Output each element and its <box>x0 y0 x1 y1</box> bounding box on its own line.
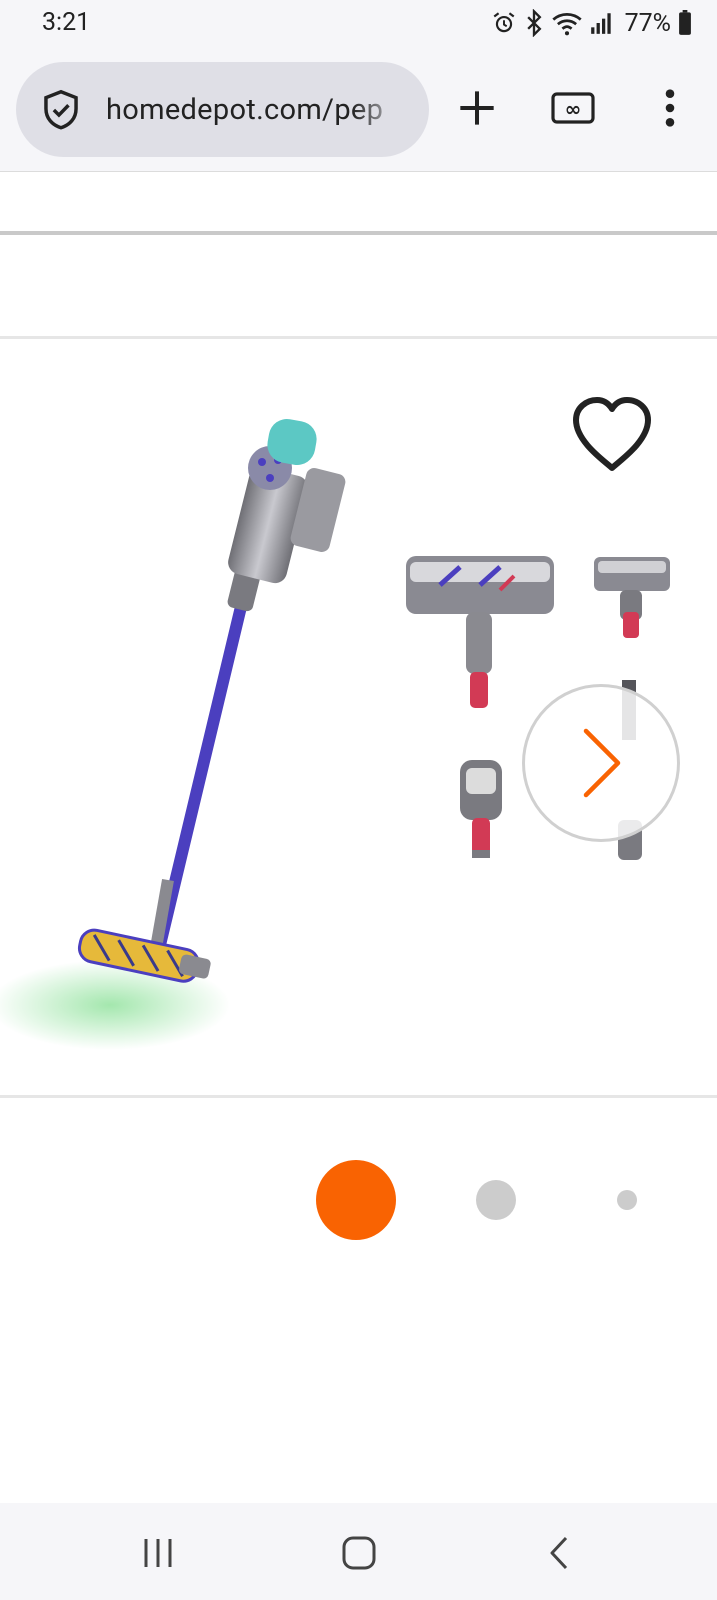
bluetooth-icon <box>526 9 542 37</box>
new-tab-button[interactable] <box>447 78 507 138</box>
heart-outline-icon <box>573 397 651 471</box>
wishlist-button[interactable] <box>570 396 654 474</box>
signal-icon <box>590 13 611 34</box>
tab-switcher-icon: ∞ <box>551 92 595 124</box>
recents-icon <box>144 1539 172 1567</box>
pagination-dot-active[interactable] <box>316 1160 396 1240</box>
gallery-top-divider <box>0 336 717 339</box>
more-vertical-icon <box>665 89 675 127</box>
next-image-button[interactable] <box>522 684 680 842</box>
tab-count: ∞ <box>565 97 582 121</box>
shield-check-icon[interactable] <box>42 89 80 131</box>
back-button[interactable] <box>534 1531 584 1575</box>
url-text[interactable]: homedepot.com/pep <box>106 93 406 127</box>
more-menu-button[interactable] <box>640 78 700 138</box>
browser-toolbar: homedepot.com/pep ∞ <box>0 50 717 172</box>
recents-button[interactable] <box>133 1531 183 1575</box>
gallery-bottom-divider <box>0 1095 717 1098</box>
home-icon <box>342 1536 376 1570</box>
home-button[interactable] <box>334 1531 384 1575</box>
plus-icon <box>460 91 494 125</box>
page-divider <box>0 231 717 235</box>
battery-icon <box>679 10 691 35</box>
status-bar: 3:21 77% <box>0 0 717 50</box>
back-icon <box>550 1536 568 1570</box>
wifi-icon <box>551 13 582 36</box>
status-time: 3:21 <box>42 8 91 37</box>
address-bar[interactable]: homedepot.com/pep <box>16 62 429 157</box>
system-nav-bar <box>0 1503 717 1600</box>
pagination-dot[interactable] <box>476 1180 516 1220</box>
battery-percent: 77% <box>624 8 671 38</box>
pagination-dot[interactable] <box>617 1190 637 1210</box>
status-icons: 77% <box>491 6 693 40</box>
alarm-icon <box>493 12 514 33</box>
gallery-pagination <box>0 1158 717 1242</box>
tab-switcher-button[interactable]: ∞ <box>543 78 603 138</box>
chevron-right-icon <box>583 728 621 798</box>
